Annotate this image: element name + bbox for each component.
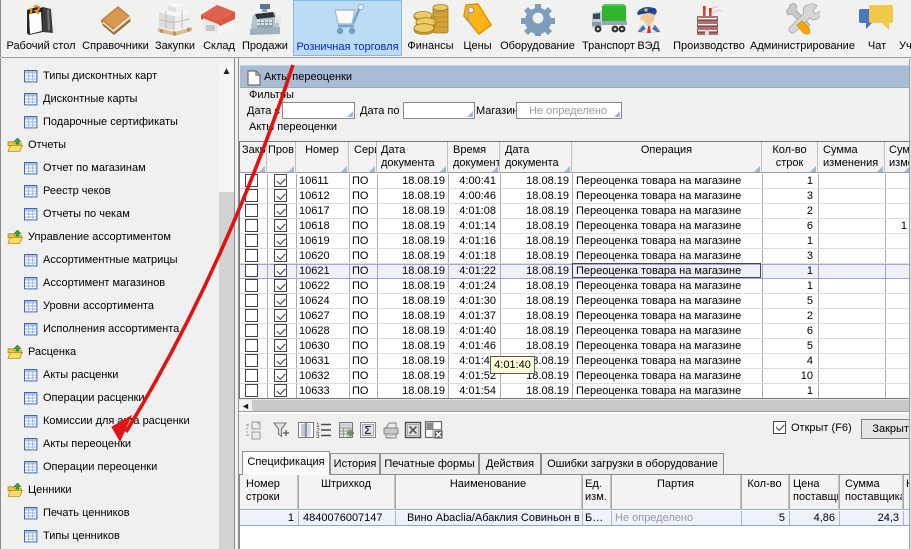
svg-text:3: 3	[316, 433, 320, 440]
